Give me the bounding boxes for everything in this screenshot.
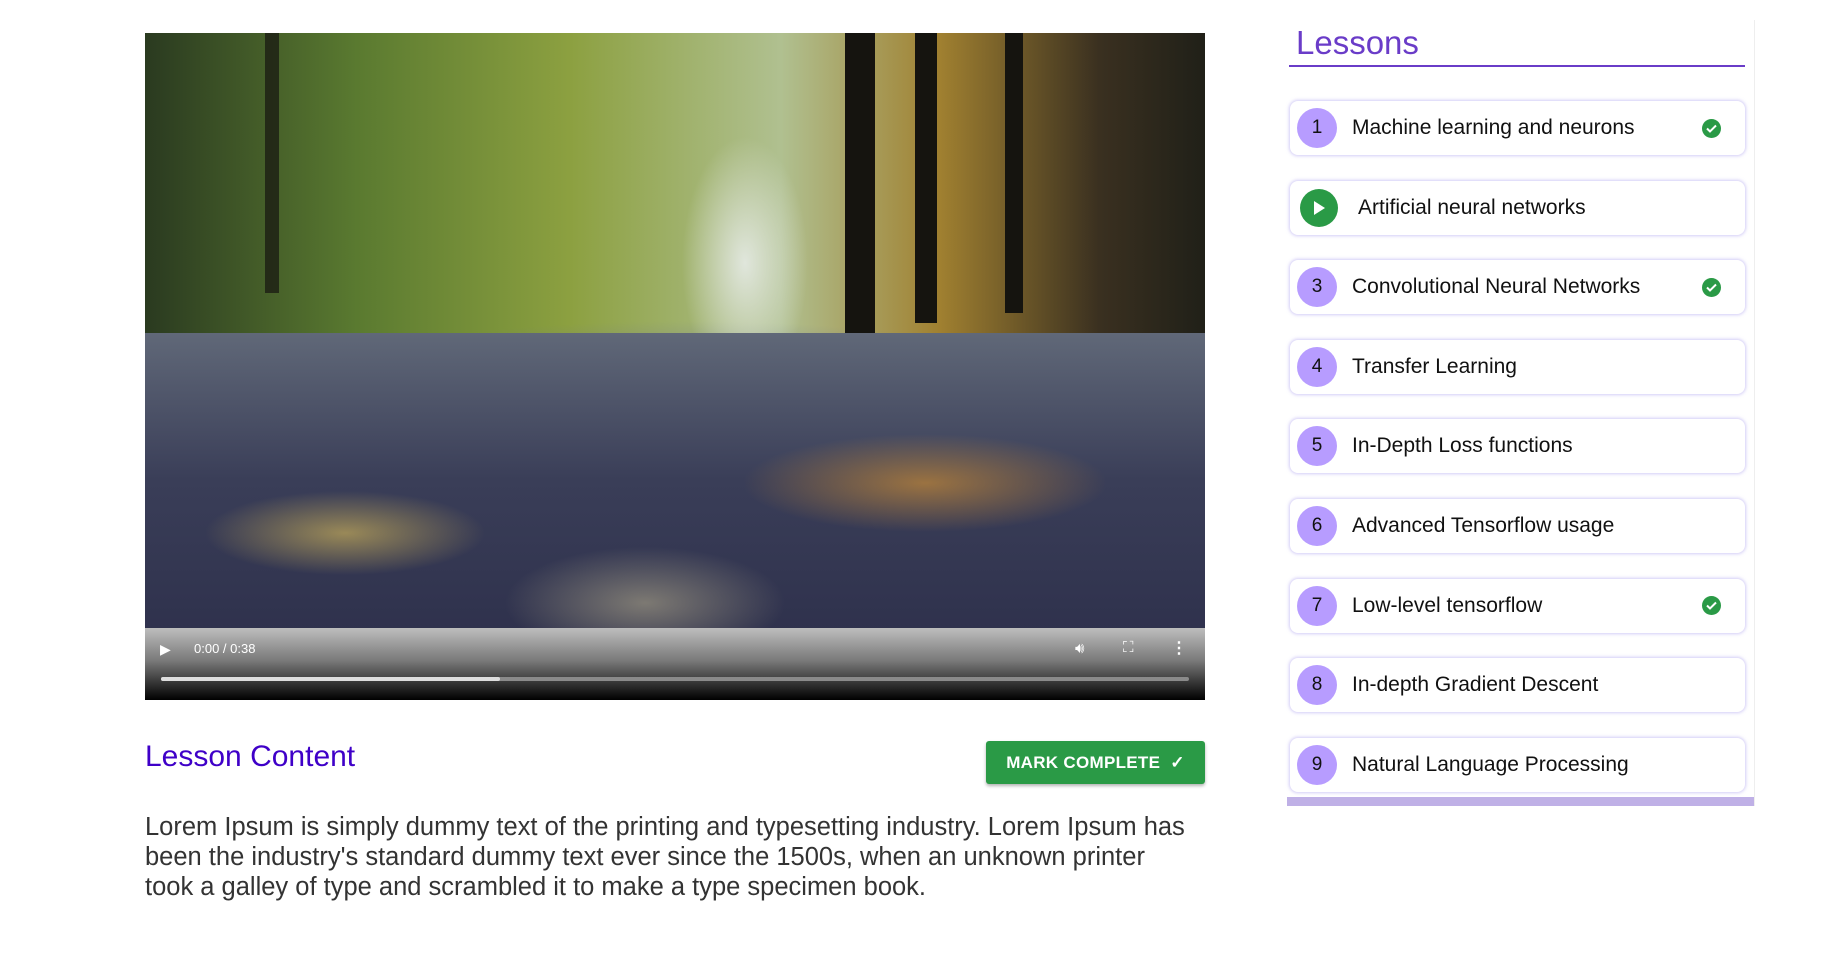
play-icon[interactable]: ▶ [160, 641, 171, 658]
seek-bar-buffered [161, 677, 501, 681]
lesson-item[interactable]: 9 Natural Language Processing [1290, 737, 1745, 792]
lesson-title: Natural Language Processing [1352, 752, 1629, 776]
lesson-title: Advanced Tensorflow usage [1352, 514, 1615, 537]
lesson-content-title: Lesson Content [145, 740, 356, 773]
lesson-item[interactable]: 4 Transfer Learning [1290, 339, 1745, 394]
lesson-item[interactable]: 7 Low-level tensorflow [1290, 578, 1745, 633]
lesson-number-badge: 5 [1297, 426, 1337, 467]
lesson-title: Machine learning and neurons [1352, 116, 1635, 139]
completed-check-icon [1702, 118, 1721, 138]
lesson-number-badge: 7 [1297, 585, 1337, 626]
video-frame-tree [845, 33, 875, 333]
fullscreen-icon[interactable]: ⛶ [1123, 639, 1134, 656]
lesson-item[interactable]: Artificial neural networks [1290, 180, 1745, 235]
video-player[interactable]: ▶ 0:00 / 0:38 🔊︎ ⛶ ⋮ [145, 33, 1205, 700]
lesson-number-badge: 8 [1297, 665, 1337, 706]
completed-check-icon [1702, 277, 1721, 297]
video-frame-tree [915, 33, 937, 323]
lesson-item[interactable]: 8 In-depth Gradient Descent [1290, 658, 1745, 713]
seek-bar[interactable] [161, 677, 1189, 681]
lesson-number-badge: 3 [1297, 267, 1337, 308]
more-options-icon[interactable]: ⋮ [1171, 638, 1187, 658]
lesson-content-body: Lorem Ipsum is simply dummy text of the … [145, 813, 1185, 901]
lesson-title: Low-level tensorflow [1352, 593, 1543, 617]
lesson-number-badge: 6 [1297, 506, 1337, 546]
lesson-title: In-depth Gradient Descent [1352, 673, 1599, 697]
lessons-panel: Lessons 1 Machine learning and neurons Art… [1287, 20, 1755, 806]
lesson-title: Artificial neural networks [1358, 195, 1586, 219]
lesson-title: Transfer Learning [1352, 354, 1517, 378]
mark-complete-label: MARK COMPLETE [1006, 752, 1161, 772]
volume-icon[interactable]: 🔊︎ [1075, 640, 1084, 657]
video-frame-tree [1005, 33, 1023, 313]
lessons-title: Lessons [1296, 24, 1419, 61]
lesson-item[interactable]: 6 Advanced Tensorflow usage [1290, 499, 1745, 553]
lesson-title: In-Depth Loss functions [1352, 434, 1573, 458]
mark-complete-button[interactable]: MARK COMPLETE ✓ [986, 741, 1205, 784]
lesson-item[interactable]: 5 In-Depth Loss functions [1290, 419, 1745, 474]
panel-bottom-bar [1287, 797, 1754, 806]
lesson-number-badge: 9 [1297, 744, 1337, 785]
lesson-number-badge: 1 [1297, 108, 1337, 148]
time-display: 0:00 / 0:38 [194, 641, 256, 656]
lesson-item[interactable]: 3 Convolutional Neural Networks [1290, 260, 1745, 315]
divider [1289, 65, 1745, 67]
check-icon: ✓ [1170, 752, 1185, 772]
completed-check-icon [1702, 596, 1721, 616]
video-controls: ▶ 0:00 / 0:38 🔊︎ ⛶ ⋮ [145, 628, 1205, 700]
lesson-title: Convolutional Neural Networks [1352, 275, 1641, 299]
video-frame-tree [265, 33, 279, 293]
lesson-number-badge: 4 [1297, 346, 1337, 387]
lesson-item[interactable]: 1 Machine learning and neurons [1290, 101, 1745, 155]
play-icon [1300, 188, 1338, 227]
